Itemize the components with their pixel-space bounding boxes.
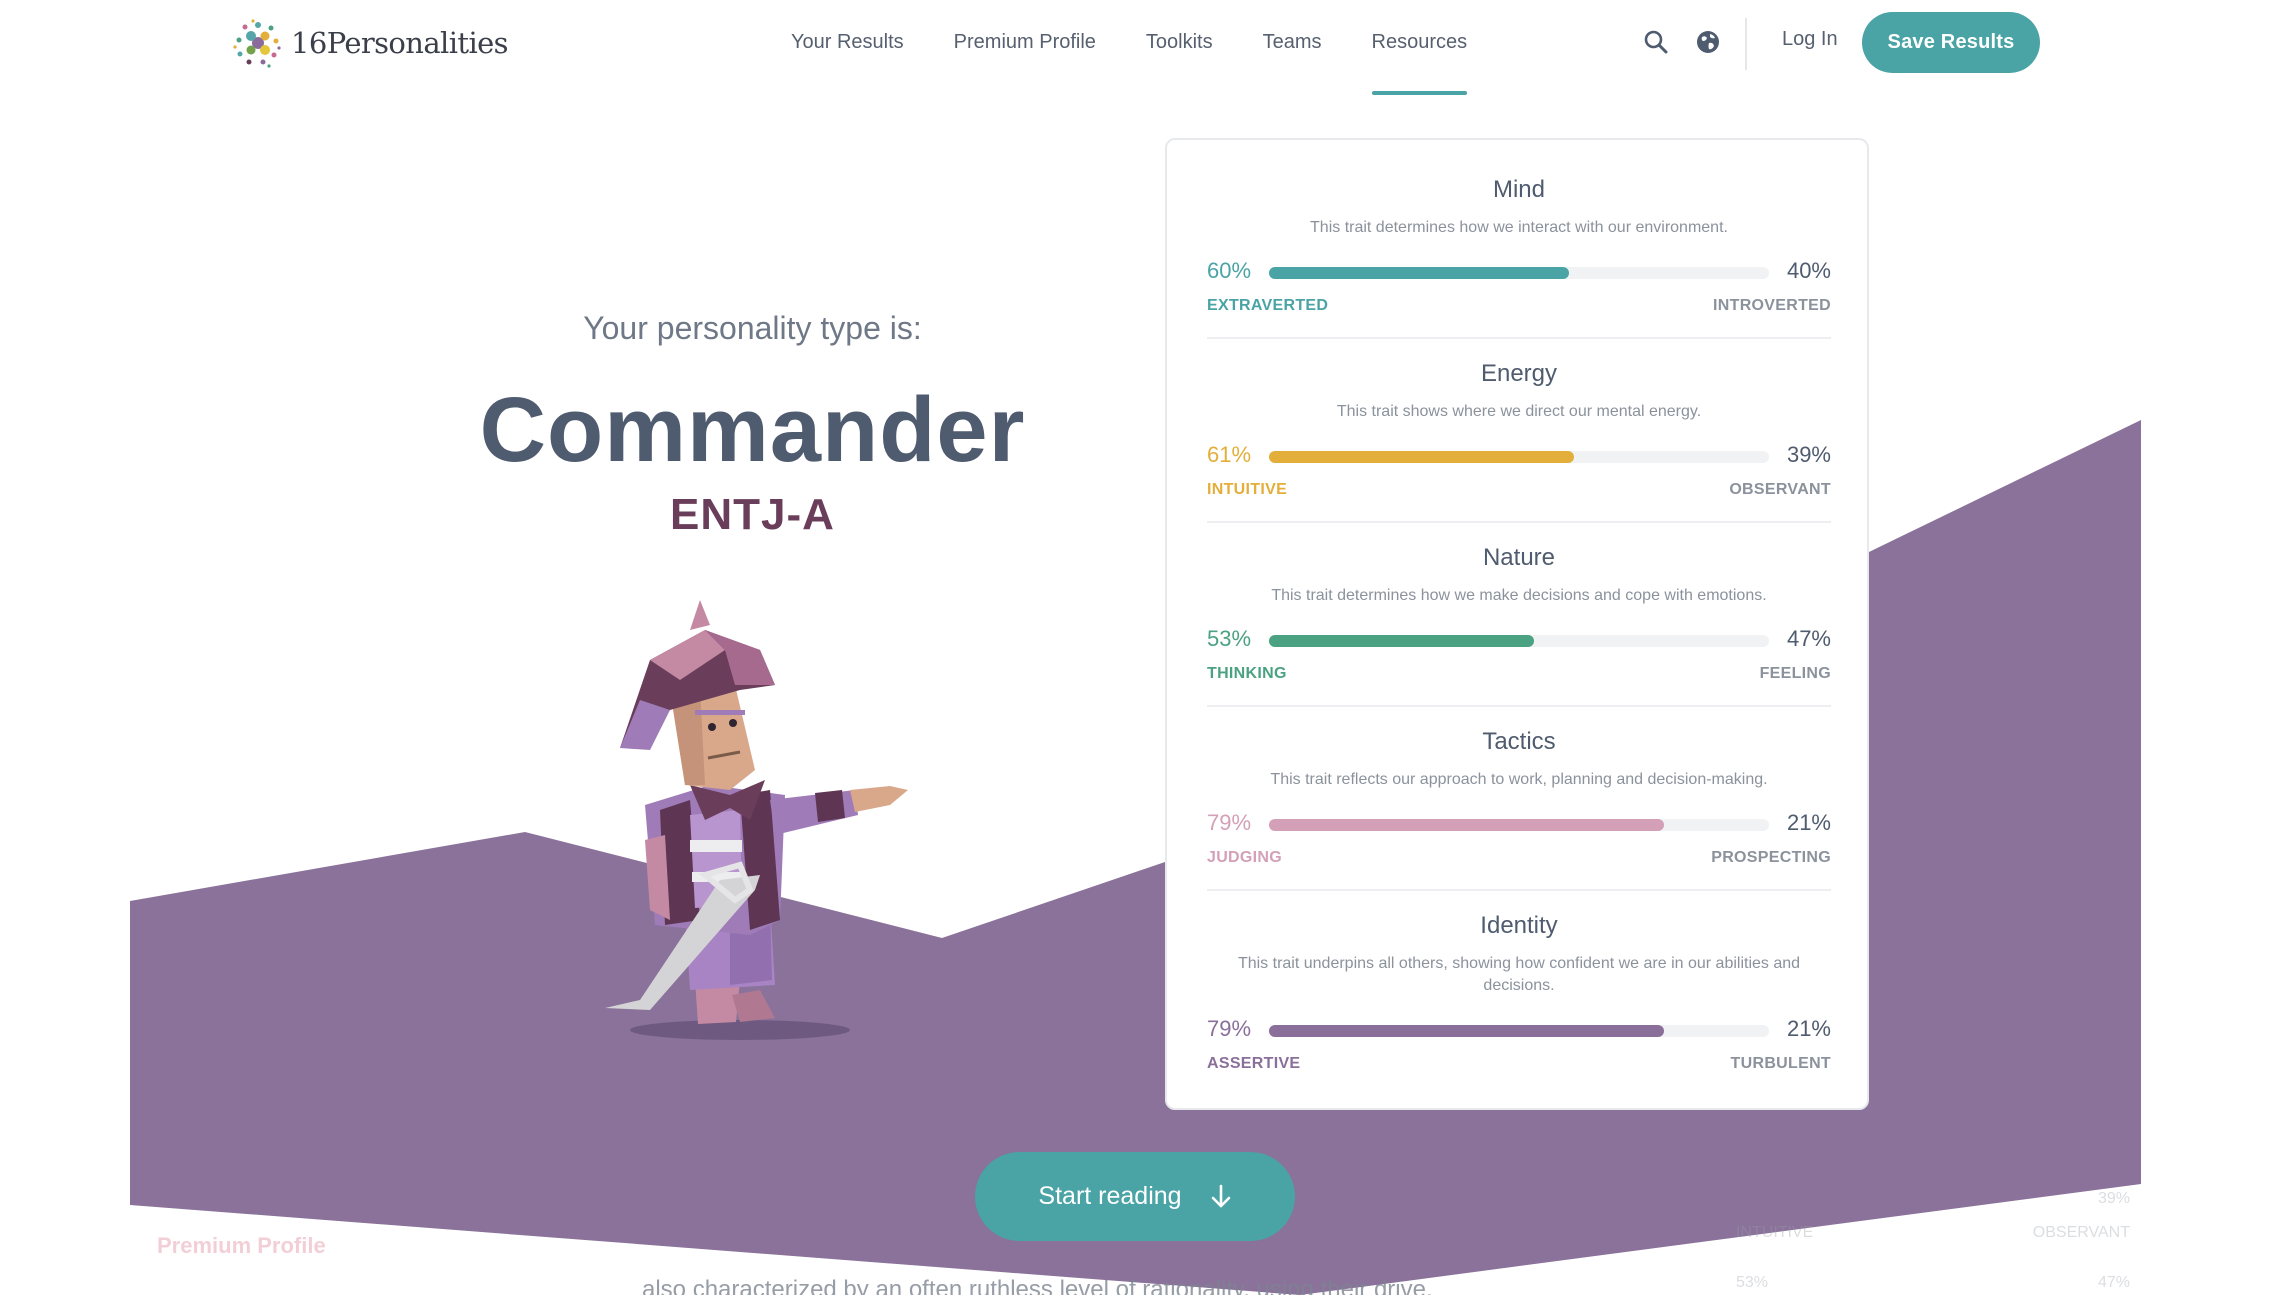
nav-resources[interactable]: Resources [1371,26,1467,96]
search-icon[interactable] [1640,26,1672,58]
trait-title: Mind [1492,176,1546,203]
trait-separator [1207,337,1831,339]
trait-right-label: PROSPECTING [1711,849,1831,866]
trait-separator [1207,889,1831,891]
trait-title: Nature [1482,544,1556,571]
start-reading-label: Start reading [1038,1182,1182,1210]
trait-left-percent: 60% [1207,258,1252,283]
trait-description: This trait determines how we interact wi… [1310,219,1728,236]
trait-left-percent: 61% [1207,442,1252,467]
trait-right-percent: 40% [1786,258,1831,283]
trait-left-percent: 79% [1207,1016,1252,1041]
nav-toolkits[interactable]: Toolkits [1146,26,1213,96]
brand-logo-icon [233,19,281,68]
faded-premium-profile-label: Premium Profile [157,1233,326,1258]
trait-bar-tactics: 79% 21% [1207,810,1831,840]
trait-description: This trait shows where we direct our men… [1336,403,1702,420]
ghost-left-label: INTUITIVE [1736,1224,1814,1241]
faded-trait-card: 39% INTUITIVE OBSERVANT 53% 47% [1716,1170,2140,1295]
trait-left-label: JUDGING [1207,849,1282,866]
faded-body-text: also characterized by an often ruthless … [642,1276,1433,1295]
trait-right-label: INTROVERTED [1713,297,1831,314]
save-results-button[interactable]: Save Results [1862,12,2040,73]
trait-title: Identity [1480,912,1558,939]
trait-left-label: EXTRAVERTED [1207,297,1329,314]
brand-logo[interactable]: 16Personalities [231,16,509,70]
nav-premium-profile[interactable]: Premium Profile [954,26,1096,96]
trait-bar-energy: 61% 39% [1207,442,1831,472]
trait-labels-nature: THINKING FEELING [1207,665,1831,685]
trait-bar-track [1269,635,1769,647]
trait-mind: Mind This trait determines how we intera… [1207,176,1831,239]
trait-title: Tactics [1482,728,1556,755]
trait-bar-fill [1269,1025,1664,1037]
trait-description: This trait determines how we make decisi… [1271,587,1767,604]
trait-tactics: Tactics This trait reflects our approach… [1207,728,1831,791]
arrow-down-icon [1211,1184,1230,1207]
brand-number: 16 [291,26,327,60]
login-link[interactable]: Log In [1782,28,1838,51]
ghost-percent: 39% [2097,1190,2130,1207]
trait-bar-identity: 79% 21% [1207,1016,1831,1046]
trait-right-percent: 21% [1786,810,1831,835]
trait-description: This trait underpins all others, showing… [1237,955,1801,994]
trait-bar-mind: 60% 40% [1207,258,1831,288]
nav-your-results[interactable]: Your Results [791,26,904,96]
trait-left-percent: 53% [1207,626,1252,651]
trait-right-percent: 39% [1786,442,1831,467]
trait-left-label: INTUITIVE [1207,481,1288,498]
commander-character-illustration [605,600,908,1040]
trait-right-percent: 47% [1786,626,1831,651]
type-intro: Your personality type is: [583,310,922,346]
trait-labels-identity: ASSERTIVE TURBULENT [1207,1055,1831,1075]
trait-left-percent: 79% [1207,810,1252,835]
type-name: Commander [479,379,1026,481]
ghost-right-label: OBSERVANT [2032,1224,2130,1241]
trait-energy: Energy This trait shows where we direct … [1207,360,1831,423]
nav-links: Your Results Premium Profile Toolkits Te… [791,26,1467,96]
trait-right-percent: 21% [1786,1016,1831,1041]
trait-labels-mind: EXTRAVERTED INTROVERTED [1207,297,1831,317]
top-navigation: 16Personalities Your Results Premium Pro… [0,0,2279,97]
trait-right-label: OBSERVANT [1729,481,1831,498]
ghost-left-percent: 53% [1736,1274,1769,1291]
brand-word: Personalities [326,26,509,60]
trait-bar-track [1269,1025,1769,1037]
trait-bar-fill [1269,635,1534,647]
trait-bar-track [1269,267,1769,279]
type-code: ENTJ-A [670,490,835,539]
trait-title: Energy [1480,360,1558,387]
trait-labels-energy: INTUITIVE OBSERVANT [1207,481,1831,501]
trait-left-label: ASSERTIVE [1207,1055,1301,1072]
trait-nature: Nature This trait determines how we make… [1207,544,1831,607]
trait-bar-track [1269,451,1769,463]
nav-divider [1745,18,1747,70]
trait-bar-nature: 53% 47% [1207,626,1831,656]
trait-bar-fill [1269,819,1664,831]
ghost-right-percent: 47% [2097,1274,2130,1291]
globe-icon[interactable] [1692,26,1724,58]
trait-right-label: TURBULENT [1730,1055,1831,1072]
trait-right-label: FEELING [1759,665,1831,682]
start-reading-button[interactable]: Start reading [975,1152,1295,1241]
trait-bar-fill [1269,267,1569,279]
trait-left-label: THINKING [1207,665,1287,682]
trait-labels-tactics: JUDGING PROSPECTING [1207,849,1831,869]
trait-description: This trait reflects our approach to work… [1270,771,1768,788]
trait-identity: Identity This trait underpins all others… [1207,912,1831,997]
trait-scores-card: Mind This trait determines how we intera… [1165,138,1869,1110]
trait-separator [1207,521,1831,523]
trait-bar-fill [1269,451,1574,463]
trait-bar-track [1269,819,1769,831]
hero-background-shape [130,420,2141,1295]
nav-teams[interactable]: Teams [1263,26,1322,96]
trait-separator [1207,705,1831,707]
